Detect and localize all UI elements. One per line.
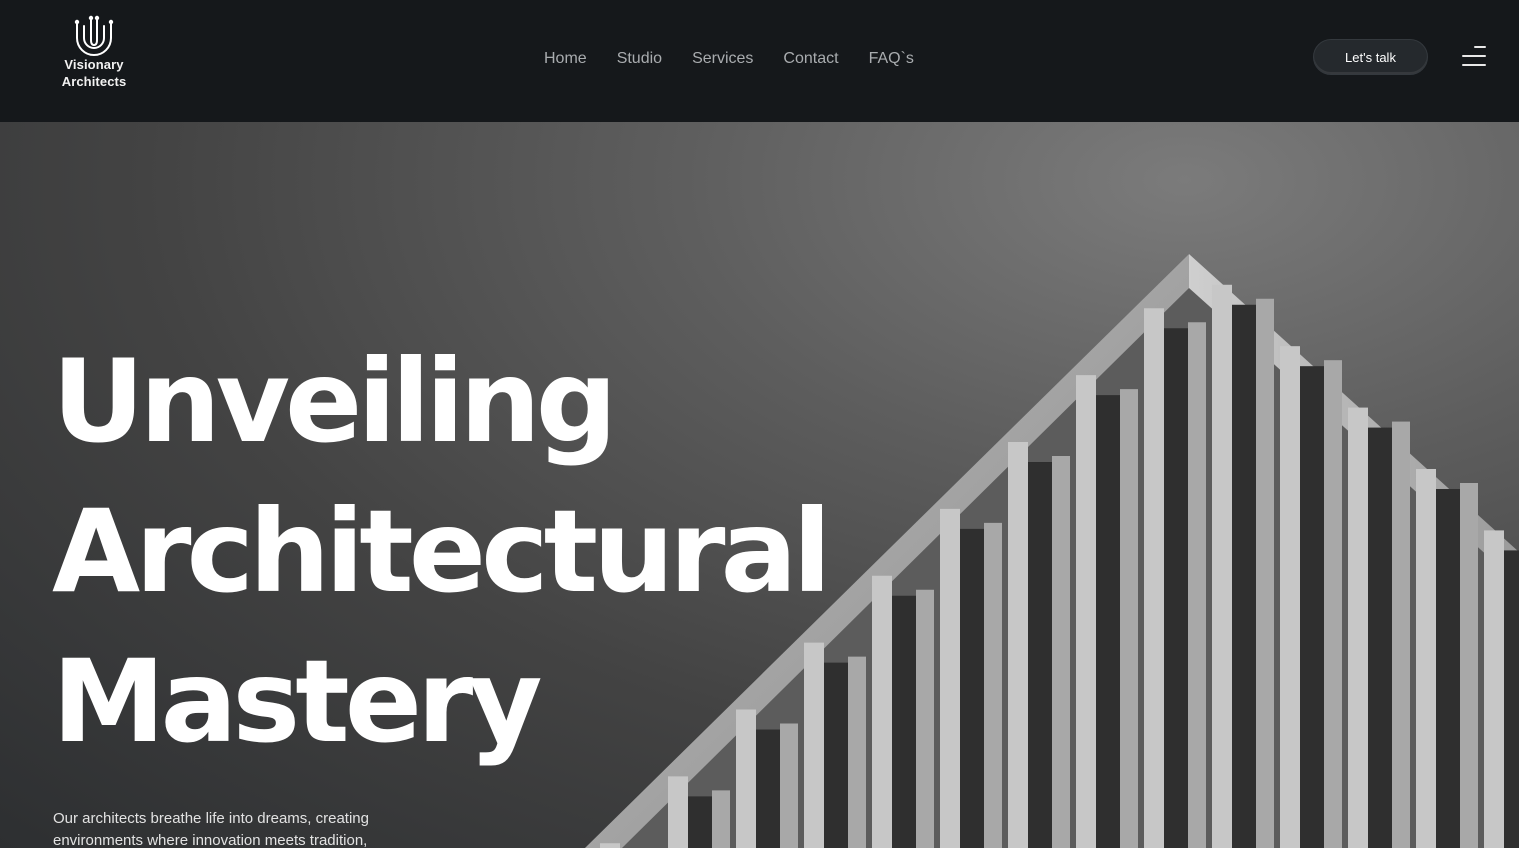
nav-studio[interactable]: Studio: [617, 49, 662, 69]
main-nav: Home Studio Services Contact FAQ`s: [544, 49, 914, 69]
hero-headline: Unveiling Architectural Mastery: [52, 327, 832, 777]
hamburger-menu-icon[interactable]: [1460, 46, 1486, 66]
nav-faqs[interactable]: FAQ`s: [869, 49, 914, 69]
headline-line-2: Architectural: [52, 485, 832, 618]
nav-services[interactable]: Services: [692, 49, 753, 69]
nav-contact[interactable]: Contact: [783, 49, 838, 69]
headline-line-3: Mastery: [52, 635, 543, 768]
brand-name-line1: Visionary: [64, 57, 124, 72]
hero-section: Unveiling Architectural Mastery Our arch…: [0, 122, 1519, 848]
lets-talk-button[interactable]: Let's talk: [1313, 39, 1428, 75]
hero-description: Our architects breathe life into dreams,…: [53, 810, 369, 848]
brand-name-line2: Architects: [61, 74, 127, 89]
site-header: Visionary Architects Home Studio Service…: [0, 0, 1519, 122]
brand-logo[interactable]: Visionary Architects: [54, 14, 134, 90]
nav-home[interactable]: Home: [544, 49, 587, 69]
logo-icon: [74, 15, 114, 56]
headline-line-1: Unveiling: [52, 335, 617, 468]
